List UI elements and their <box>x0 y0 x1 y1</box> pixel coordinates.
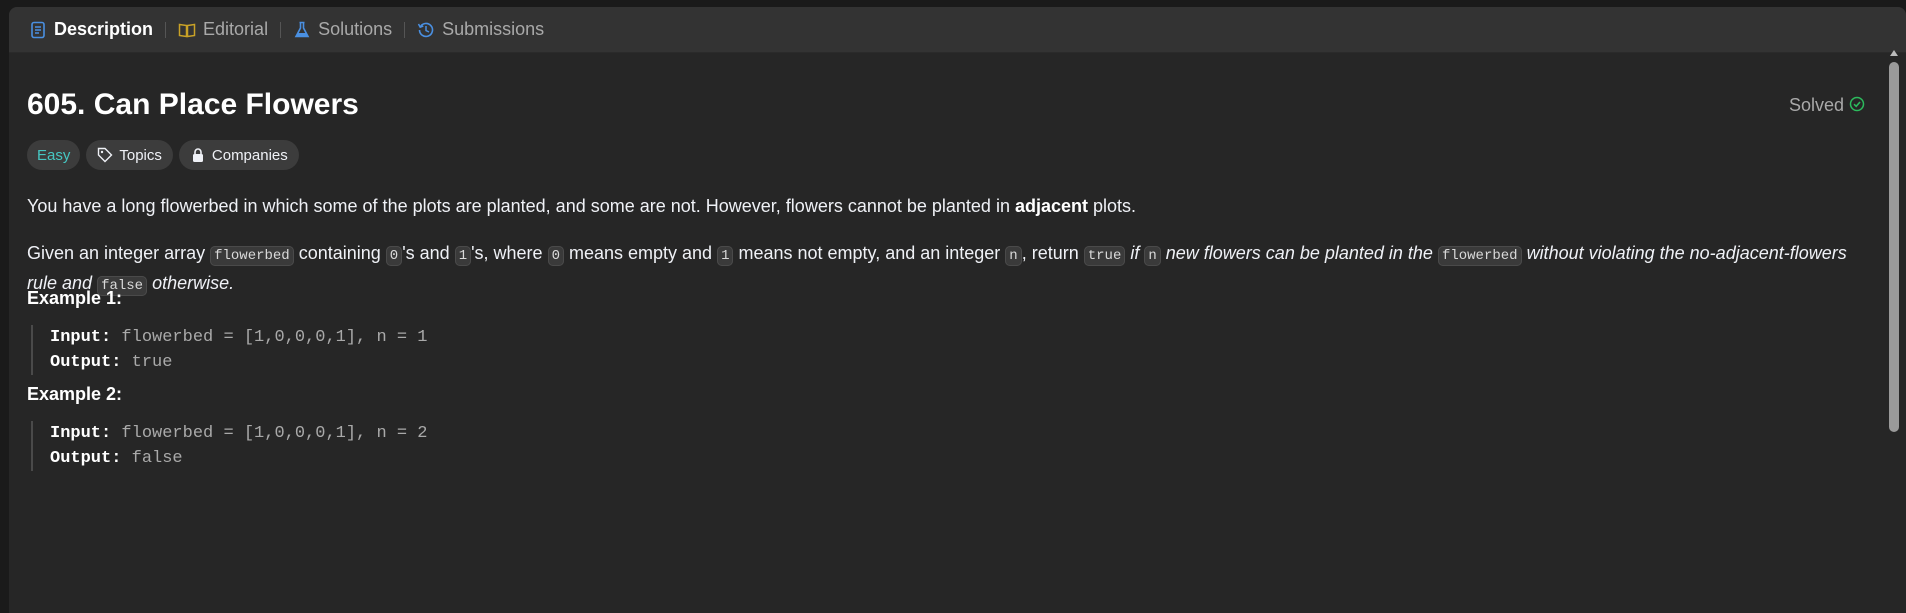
tab-label: Submissions <box>442 19 545 39</box>
inline-code: flowerbed <box>210 246 294 266</box>
text-span: 's and <box>402 243 455 263</box>
tab-submissions[interactable]: Submissions <box>411 7 550 52</box>
output-value: true <box>131 353 173 372</box>
output-label: Output: <box>50 449 122 468</box>
tag-row: Easy Topics Companies <box>27 140 299 170</box>
inline-code: 0 <box>385 246 403 266</box>
difficulty-badge: Easy <box>27 140 81 170</box>
tab-label: Solutions <box>318 19 393 39</box>
input-value: flowerbed = [1,0,0,0,1], n = 2 <box>121 424 428 443</box>
scroll-up-arrow-icon[interactable] <box>1890 50 1898 56</box>
text-span: You have a long flowerbed in which some … <box>27 196 1015 216</box>
inline-code: 0 <box>547 246 564 266</box>
input-value: flowerbed = [1,0,0,0,1], n = 1 <box>121 328 428 347</box>
italic-text: if <box>1125 243 1145 263</box>
example-title: Example 1: <box>27 288 123 308</box>
text-span: means empty and <box>563 243 718 263</box>
example-block: Input: flowerbed = [1,0,0,0,1], n = 2 Ou… <box>31 421 427 471</box>
topics-label: Topics <box>119 146 162 164</box>
tab-bar: Description Editorial Solutions Submissi… <box>9 7 1906 53</box>
problem-description: You have a long flowerbed in which some … <box>27 193 1867 320</box>
input-label: Input: <box>50 328 112 347</box>
text-span: Given an integer array <box>27 243 211 263</box>
history-icon <box>417 21 435 39</box>
solved-label: Solved <box>1788 94 1844 115</box>
flask-icon <box>293 21 311 39</box>
inline-code: 1 <box>717 246 734 266</box>
example-output-line: Output: true <box>50 350 427 375</box>
text-span: containing <box>293 243 386 263</box>
book-icon <box>178 21 196 39</box>
tab-divider <box>280 21 282 38</box>
problem-content: 605. Can Place Flowers Solved Easy Topic… <box>27 53 1867 613</box>
title-row: 605. Can Place Flowers Solved <box>27 88 1867 122</box>
inline-code: n <box>1144 246 1161 266</box>
example-input-line: Input: flowerbed = [1,0,0,0,1], n = 2 <box>50 421 427 446</box>
example-block: Input: flowerbed = [1,0,0,0,1], n = 1 Ou… <box>31 325 427 375</box>
scroll-thumb[interactable] <box>1889 62 1899 432</box>
tab-description[interactable]: Description <box>23 7 159 52</box>
lock-icon <box>190 147 206 163</box>
tab-label: Description <box>54 19 154 39</box>
solved-status: Solved <box>1789 95 1867 116</box>
inline-code: n <box>1005 246 1022 266</box>
inline-code: 1 <box>454 246 472 266</box>
text-span: plots. <box>1087 196 1137 216</box>
description-icon <box>29 21 47 39</box>
output-label: Output: <box>50 353 122 372</box>
topics-button[interactable]: Topics <box>86 140 173 170</box>
companies-label: Companies <box>211 146 288 164</box>
tab-divider <box>404 21 406 38</box>
scrollbar[interactable] <box>1889 46 1899 606</box>
companies-button[interactable]: Companies <box>178 140 299 170</box>
italic-text: new flowers can be planted in the <box>1160 243 1438 263</box>
page-title: 605. Can Place Flowers <box>27 88 359 121</box>
text-span: means not empty, and an integer <box>733 243 1006 263</box>
output-value: false <box>131 449 183 468</box>
text-span: 's, where <box>471 243 548 263</box>
tab-divider <box>165 21 167 38</box>
example-title: Example 2: <box>27 384 123 404</box>
tab-label: Editorial <box>203 19 269 39</box>
example-input-line: Input: flowerbed = [1,0,0,0,1], n = 1 <box>50 325 427 350</box>
text-span: , return <box>1021 243 1084 263</box>
description-paragraph-1: You have a long flowerbed in which some … <box>27 193 1867 220</box>
tag-icon <box>97 147 113 163</box>
check-circle-icon <box>1849 96 1867 114</box>
tab-solutions[interactable]: Solutions <box>287 7 398 52</box>
description-paragraph-2: Given an integer array flowerbed contain… <box>27 240 1867 300</box>
bold-text: adjacent <box>1014 196 1088 216</box>
example-output-line: Output: false <box>50 446 427 471</box>
inline-code: flowerbed <box>1437 246 1522 266</box>
inline-code: true <box>1083 246 1126 266</box>
italic-text: otherwise. <box>147 273 235 293</box>
tab-editorial[interactable]: Editorial <box>172 7 274 52</box>
input-label: Input: <box>50 424 112 443</box>
